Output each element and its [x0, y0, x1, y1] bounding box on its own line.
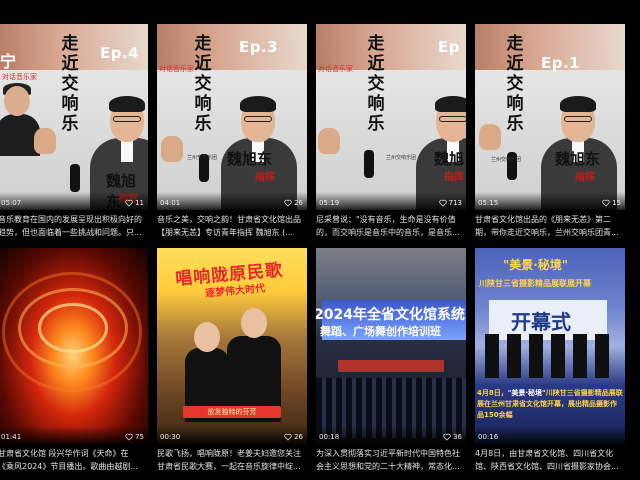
heart-icon — [443, 433, 451, 441]
video-thumbnail[interactable]: 01:41 75 — [0, 248, 148, 444]
video-duration: 05:19 — [319, 199, 340, 207]
episode-label: Ep.4 — [100, 44, 140, 62]
heart-icon — [284, 433, 292, 441]
thumb-name: 魏旭东 — [555, 150, 601, 168]
heart-icon — [602, 199, 610, 207]
video-duration: 01:41 — [1, 433, 22, 441]
video-caption[interactable]: 甘肃省文化馆 段兴华作词《天命》在 《乘风2024》节目播出。歌曲由越剧... — [0, 447, 148, 473]
like-count: 36 — [443, 433, 462, 441]
screen-title: 2024年全省文化馆系统 — [316, 307, 465, 323]
video-caption[interactable]: 尼采曾说："没有音乐，生命是没有价值 的，而交响乐是音乐中的音乐，是音乐... — [316, 213, 466, 239]
video-thumbnail[interactable]: 2024年全省文化馆系统 舞蹈、广场舞创作培训班 00:18 36 — [316, 248, 466, 444]
host-label: 对话音乐家 — [2, 73, 37, 81]
video-caption[interactable]: 甘肃省文化馆出品的《朋来无恙》第二 期，带你走近交响乐，兰州交响乐团青... — [475, 213, 625, 239]
video-caption[interactable]: 为深入贯彻落实习近平新时代中国特色社 会主义思想和党的二十大精神，常态化... — [316, 447, 466, 473]
heart-icon — [125, 433, 133, 441]
episode-label: Ep.3 — [239, 38, 279, 56]
thumb-subtitle: 川陕甘三省摄影精品展联展开幕 — [479, 279, 591, 288]
thumb-title: 走近交响乐 — [506, 34, 524, 134]
thumb-org: 兰州交响乐团 — [386, 155, 417, 161]
video-thumbnail[interactable]: 对话音乐家 宁 走近交响乐 Ep.4 魏旭东 指挥 05:07 11 — [0, 24, 148, 210]
thumb-name: 魏旭 — [434, 150, 465, 168]
news-overlay: 4月8日，"美景·秘境"川陕甘三省摄影精品展联展在兰州甘肃省文化馆开幕，展出精品… — [477, 389, 623, 419]
host-label: 对话音乐家 — [159, 65, 194, 73]
heart-icon — [125, 199, 133, 207]
stage-screen: 2024年全省文化馆系统 舞蹈、广场舞创作培训班 — [316, 300, 466, 340]
thumb-role: 指挥 — [255, 172, 275, 183]
video-duration: 00:18 — [319, 433, 340, 441]
video-card[interactable]: 唱响陇原民歌 逐梦伟大时代 放发独特的芬芳 00:30 26 民歌飞扬，唱响陇原… — [157, 246, 307, 480]
video-card[interactable]: 2024年全省文化馆系统 舞蹈、广场舞创作培训班 00:18 36 为深入贯彻落… — [316, 246, 466, 480]
video-thumbnail[interactable]: 走近交响乐 Ep.1 兰州交响乐团 魏旭东 指挥 05:15 15 — [475, 24, 625, 210]
video-duration: 05:15 — [478, 199, 499, 207]
like-count: 713 — [438, 199, 462, 207]
video-card[interactable]: 对话音乐家 宁 走近交响乐 Ep.4 魏旭东 指挥 05:07 11 音乐教育在… — [0, 24, 148, 246]
video-thumbnail[interactable]: 对话音乐家 走近交响乐 Ep.3 兰州交响乐团 魏旭东 指挥 04:01 26 — [157, 24, 307, 210]
video-caption[interactable]: 音乐之美，交响之韵！甘肃省文化馆出品 【朋来无恙】专访青年指挥 魏旭东 (... — [157, 213, 307, 239]
video-duration: 00:16 — [478, 433, 499, 441]
video-caption[interactable]: 4月8日，由甘肃省文化馆、四川省文化 馆、陕西省文化馆、四川省摄影家协会... — [475, 447, 625, 473]
video-card[interactable]: 走近交响乐 Ep.1 兰州交响乐团 魏旭东 指挥 05:15 15 甘肃省文化馆… — [475, 24, 625, 246]
video-card[interactable]: "美景·秘境" 川陕甘三省摄影精品展联展开幕 开幕式 4月8日，"美景·秘境"川… — [475, 246, 625, 480]
video-duration: 05:07 — [1, 199, 22, 207]
video-grid: 对话音乐家 宁 走近交响乐 Ep.4 魏旭东 指挥 05:07 11 音乐教育在… — [0, 0, 640, 480]
like-count: 26 — [284, 199, 303, 207]
like-count: 11 — [125, 199, 144, 207]
host-label: 对话音乐家 — [318, 65, 353, 73]
thumb-title: 走近交响乐 — [194, 34, 212, 134]
video-thumbnail[interactable]: 唱响陇原民歌 逐梦伟大时代 放发独特的芬芳 00:30 26 — [157, 248, 307, 444]
thumb-role: 指挥 — [444, 172, 464, 183]
heart-icon — [284, 199, 292, 207]
episode-label: Ep.1 — [541, 54, 581, 72]
screen-subtitle: 舞蹈、广场舞创作培训班 — [320, 325, 441, 338]
video-caption[interactable]: 音乐教育在国内的发展呈现出积极向好的 趋势，但也面临着一些挑战和问题。只... — [0, 213, 148, 239]
thumb-org: 兰州交响乐团 — [187, 155, 218, 161]
video-card[interactable]: 01:41 75 甘肃省文化馆 段兴华作词《天命》在 《乘风2024》节目播出。… — [0, 246, 148, 480]
video-thumbnail[interactable]: 对话音乐家 走近交响乐 Ep 兰州交响乐团 魏旭 指挥 05:19 713 — [316, 24, 466, 210]
man-figure — [227, 308, 281, 422]
video-card[interactable]: 对话音乐家 走近交响乐 Ep 兰州交响乐团 魏旭 指挥 05:19 713 尼采… — [316, 24, 466, 246]
thumb-role: 指挥 — [575, 172, 595, 183]
thumb-org: 兰州交响乐团 — [491, 157, 522, 163]
like-count: 75 — [125, 433, 144, 441]
video-duration: 04:01 — [160, 199, 181, 207]
thumb-title: 走近交响乐 — [367, 34, 385, 134]
thumb-name: 魏旭东 — [227, 150, 273, 168]
video-duration: 00:30 — [160, 433, 181, 441]
thumb-edge-char: 宁 — [0, 52, 17, 71]
officials — [485, 334, 615, 378]
heart-icon — [438, 199, 447, 207]
like-count: 26 — [284, 433, 303, 441]
video-thumbnail[interactable]: "美景·秘境" 川陕甘三省摄影精品展联展开幕 开幕式 4月8日，"美景·秘境"川… — [475, 248, 625, 444]
episode-label: Ep — [438, 38, 460, 56]
like-count: 15 — [602, 199, 621, 207]
video-card[interactable]: 对话音乐家 走近交响乐 Ep.3 兰州交响乐团 魏旭东 指挥 04:01 26 … — [157, 24, 307, 246]
thumb-banner: 放发独特的芬芳 — [183, 406, 281, 418]
thumb-title: 走近交响乐 — [61, 34, 79, 134]
thumb-title: "美景·秘境" — [503, 258, 569, 272]
video-caption[interactable]: 民歌飞扬，唱响陇原！老姜夫妇邀您关注 甘肃省民歌大赛，一起在音乐旋律中绽... — [157, 447, 307, 473]
